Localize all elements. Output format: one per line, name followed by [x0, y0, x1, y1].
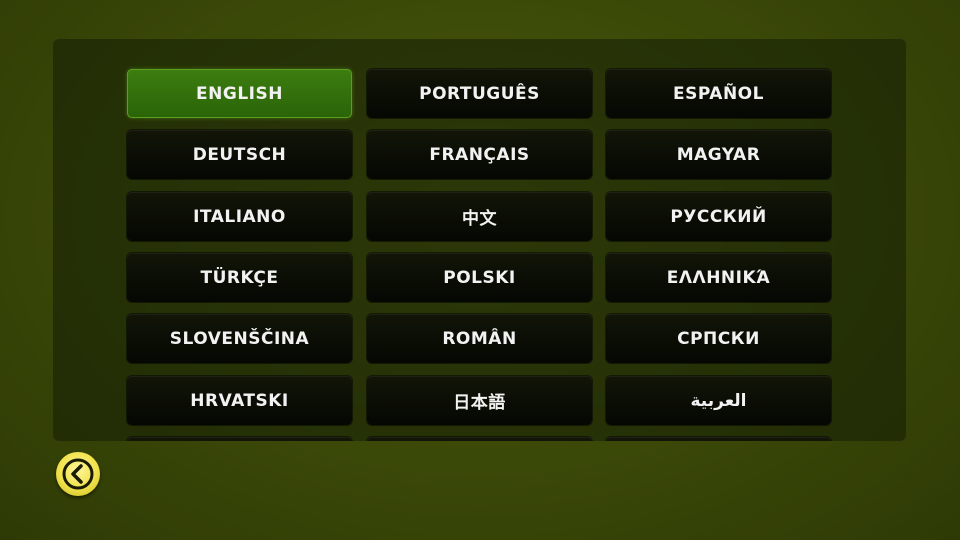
language-label: العربية: [690, 390, 747, 411]
language-label: DEUTSCH: [192, 144, 287, 165]
language-button-italiano[interactable]: ITALIANO: [127, 192, 352, 241]
language-panel: ENGLISH PORTUGUÊS ESPAÑOL DEUTSCH FRANÇA…: [53, 39, 906, 441]
language-button-chinese[interactable]: 中文: [367, 192, 592, 241]
language-label: MAGYAR: [676, 144, 761, 165]
language-label: TÜRKÇE: [200, 267, 279, 288]
language-button-arabic[interactable]: العربية: [606, 376, 831, 425]
language-label: РУССКИЙ: [670, 206, 767, 227]
language-label: ESPAÑOL: [673, 83, 764, 104]
language-button-russian[interactable]: РУССКИЙ: [606, 192, 831, 241]
language-button-portugues[interactable]: PORTUGUÊS: [367, 69, 592, 118]
language-button-francais[interactable]: FRANÇAIS: [367, 130, 592, 179]
language-button-more[interactable]: [127, 437, 352, 441]
language-button-magyar[interactable]: MAGYAR: [606, 130, 831, 179]
language-button-hrvatski[interactable]: HRVATSKI: [127, 376, 352, 425]
language-button-more[interactable]: [606, 437, 831, 441]
language-button-deutsch[interactable]: DEUTSCH: [127, 130, 352, 179]
language-label: SLOVENŠČINA: [169, 328, 310, 349]
language-label: ΕΛΛΗΝΙΚΆ: [666, 267, 771, 288]
back-button[interactable]: [56, 452, 100, 496]
language-button-polski[interactable]: POLSKI: [367, 253, 592, 302]
back-arrow-icon: [62, 458, 94, 490]
language-button-english[interactable]: ENGLISH: [127, 69, 352, 118]
language-label: СРПСКИ: [677, 328, 760, 349]
language-label: FRANÇAIS: [429, 144, 530, 165]
language-label: HRVATSKI: [190, 390, 289, 411]
language-button-slovenscina[interactable]: SLOVENŠČINA: [127, 314, 352, 363]
language-button-more[interactable]: [367, 437, 592, 441]
language-button-japanese[interactable]: 日本語: [367, 376, 592, 425]
language-label: ROMÂN: [442, 328, 517, 349]
language-label: POLSKI: [443, 267, 516, 288]
language-label: ENGLISH: [196, 83, 283, 104]
language-button-turkce[interactable]: TÜRKÇE: [127, 253, 352, 302]
language-button-serbian[interactable]: СРПСКИ: [606, 314, 831, 363]
language-button-roman[interactable]: ROMÂN: [367, 314, 592, 363]
language-label: PORTUGUÊS: [419, 83, 540, 104]
language-label: 日本語: [453, 393, 506, 413]
language-label: ITALIANO: [193, 206, 286, 227]
language-button-greek[interactable]: ΕΛΛΗΝΙΚΆ: [606, 253, 831, 302]
language-label: 中文: [462, 209, 497, 229]
language-button-espanol[interactable]: ESPAÑOL: [606, 69, 831, 118]
